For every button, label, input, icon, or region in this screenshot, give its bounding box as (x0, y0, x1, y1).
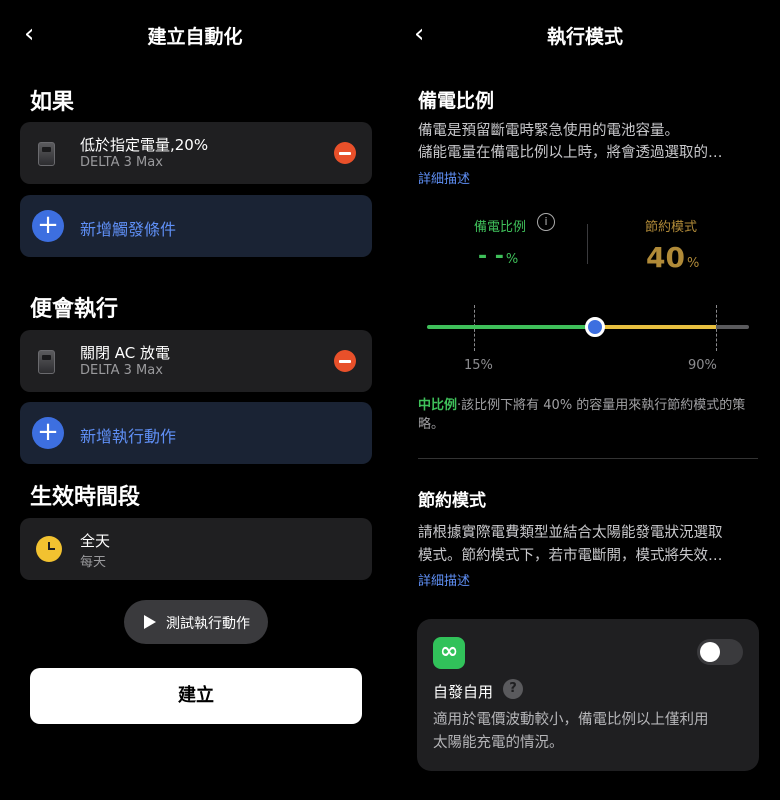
power-station-icon (38, 142, 55, 166)
backup-ratio-number: - - (478, 244, 504, 269)
action-title: 關閉 AC 放電 (80, 344, 171, 362)
trigger-title: 低於指定電量,20% (80, 136, 209, 154)
backup-ratio-description: 備電是預留斷電時緊急使用的電池容量。 儲能電量在備電比例以上時，將會透過選取的… (418, 120, 763, 164)
saving-mode-description: 請根據實際電費類型並結合太陽能發電狀況選取 模式。節約模式下，若市電斷開，模式將… (418, 522, 763, 568)
time-period-card[interactable]: 全天 每天 (20, 518, 372, 580)
add-trigger-label: 新增觸發條件 (80, 220, 177, 239)
add-action-button[interactable]: + 新增執行動作 (20, 402, 372, 464)
note-highlight: 中比例 (418, 398, 458, 413)
time-title: 全天 (80, 532, 111, 550)
ratio-note: 中比例·該比例下將有 40% 的容量用來執行節約模式的策略。 (418, 396, 758, 434)
page-title: 執行模式 (546, 26, 623, 48)
self-use-description: 適用於電價波動較小，備電比例以上僅利用 太陽能充電的情況。 (433, 709, 749, 755)
backup-ratio-label: 備電比例 (474, 220, 527, 235)
remove-trigger-icon[interactable] (334, 142, 356, 164)
plus-icon: + (32, 417, 64, 449)
clock-icon (36, 536, 62, 562)
description-line: 請根據實際電費類型並結合太陽能發電狀況選取 (418, 525, 723, 541)
detail-link[interactable]: 詳細描述 (418, 168, 470, 187)
power-station-icon (38, 350, 55, 374)
detail-link[interactable]: 詳細描述 (418, 570, 470, 589)
self-use-title: 自發自用 (433, 683, 494, 701)
self-use-mode-card[interactable]: ∞ 自發自用 ? 適用於電價波動較小，備電比例以上僅利用 太陽能充電的情況。 (417, 619, 759, 771)
saving-mode-number: 40 (646, 241, 685, 274)
slider-min-label: 15% (464, 358, 493, 373)
execution-mode-screen: ‹ 執行模式 備電比例 備電是預留斷電時緊急使用的電池容量。 儲能電量在備電比例… (390, 0, 780, 800)
percent-sign: % (505, 252, 519, 267)
action-card[interactable]: 關閉 AC 放電 DELTA 3 Max (20, 330, 372, 392)
section-divider (418, 458, 758, 459)
then-section-heading: 便會執行 (30, 297, 119, 322)
action-device: DELTA 3 Max (80, 363, 163, 378)
toggle-knob (700, 642, 720, 662)
description-line: 備電是預留斷電時緊急使用的電池容量。 (418, 123, 679, 139)
info-icon[interactable]: i (537, 213, 555, 231)
remove-action-icon[interactable] (334, 350, 356, 372)
time-section-heading: 生效時間段 (30, 485, 141, 510)
slider-max-label: 90% (688, 358, 717, 373)
add-trigger-button[interactable]: + 新增觸發條件 (20, 195, 372, 257)
description-line: 太陽能充電的情況。 (433, 735, 564, 751)
create-button[interactable]: 建立 (30, 668, 362, 724)
play-icon (144, 615, 156, 629)
description-line: 儲能電量在備電比例以上時，將會透過選取的… (418, 145, 723, 161)
help-question-icon[interactable]: ? (503, 679, 523, 699)
trigger-device: DELTA 3 Max (80, 155, 163, 170)
infinity-icon: ∞ (433, 637, 465, 669)
saving-mode-label: 節約模式 (645, 220, 698, 235)
backup-ratio-value: - -% (478, 244, 518, 269)
create-automation-screen: ‹ 建立自動化 如果 低於指定電量,20% DELTA 3 Max + 新增觸發… (0, 0, 390, 800)
note-text: ·該比例下將有 40% 的容量用來執行節約模式的策略。 (418, 398, 746, 432)
page-title: 建立自動化 (147, 26, 243, 48)
description-line: 適用於電價波動較小，備電比例以上僅利用 (433, 712, 709, 728)
divider (587, 224, 588, 264)
percent-sign: % (686, 256, 700, 271)
add-action-label: 新增執行動作 (80, 427, 177, 446)
description-line: 模式。節約模式下，若市電斷開，模式將失效… (418, 548, 723, 564)
test-action-button[interactable]: 測試執行動作 (124, 600, 268, 644)
trigger-card[interactable]: 低於指定電量,20% DELTA 3 Max (20, 122, 372, 184)
test-action-label: 測試執行動作 (166, 616, 250, 632)
saving-mode-heading: 節約模式 (418, 491, 486, 511)
saving-mode-value: 40% (646, 241, 699, 274)
self-use-toggle[interactable] (697, 639, 743, 665)
slider-thumb[interactable] (585, 317, 605, 337)
if-section-heading: 如果 (30, 90, 75, 115)
time-sub: 每天 (80, 555, 107, 570)
backup-ratio-heading: 備電比例 (418, 90, 495, 112)
plus-icon: + (32, 210, 64, 242)
